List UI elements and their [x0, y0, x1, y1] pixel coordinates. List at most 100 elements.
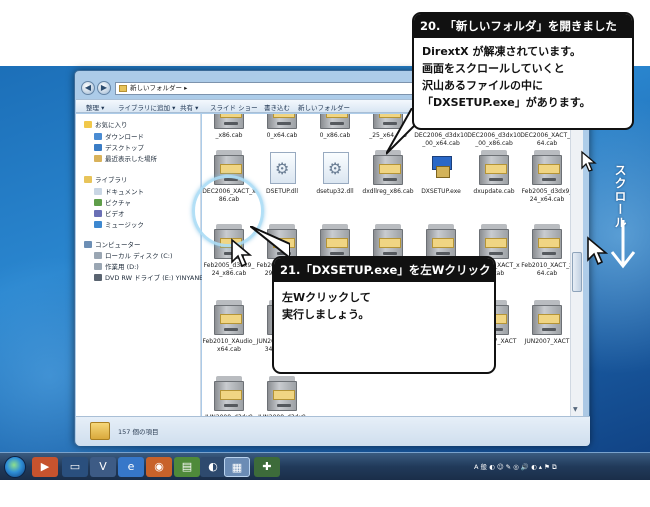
media-app-icon[interactable]: ▶: [32, 457, 58, 477]
file-item-dxsetup[interactable]: DXSETUP.exe: [414, 150, 468, 210]
file-item[interactable]: Feb2010_XACT_x64.cab: [520, 224, 570, 284]
address-text: 新しいフォルダー ▸: [130, 84, 188, 92]
file-name: DEC2006_d3dx10_00_x86.cab: [467, 132, 521, 147]
file-item[interactable]: _x86.cab: [202, 114, 256, 154]
nav-item-documents[interactable]: ドキュメント: [94, 186, 144, 196]
back-button[interactable]: ◀: [81, 81, 95, 95]
file-name: dsetup32.dll: [316, 188, 354, 195]
start-button[interactable]: [4, 456, 26, 478]
cabinet-file-icon: [319, 224, 351, 260]
add-to-library-button[interactable]: ライブラリに追加 ▾: [118, 102, 175, 112]
file-item[interactable]: JUN2007_XACT: [520, 300, 570, 360]
explorer-icon[interactable]: ▦: [224, 457, 250, 477]
nav-favorites[interactable]: お気に入り: [84, 119, 128, 129]
callout-body: 左Wクリックして 実行しましょう。: [282, 291, 371, 321]
internet-explorer-icon[interactable]: e: [118, 457, 144, 477]
new-folder-button[interactable]: 新しいフォルダー: [298, 102, 350, 112]
cabinet-file-icon: [531, 224, 563, 260]
app-icon[interactable]: ✚: [254, 457, 280, 477]
nav-item-recent[interactable]: 最近表示した場所: [94, 153, 157, 163]
file-item[interactable]: DSETUP.dll: [255, 150, 309, 210]
dvd-drive-icon: [94, 274, 102, 281]
nav-item-local-disk[interactable]: ローカル ディスク (C:): [94, 250, 172, 260]
share-button[interactable]: 共有 ▾: [180, 102, 198, 112]
folder-icon: [90, 422, 110, 440]
app-icon[interactable]: ▤: [174, 457, 200, 477]
file-item[interactable]: Feb2005_d3dx9_24_x64.cab: [520, 150, 570, 210]
cabinet-file-icon: [213, 376, 245, 412]
file-name: JUN2007_XACT: [524, 338, 570, 345]
nav-item-music[interactable]: ミュージック: [94, 219, 144, 229]
cabinet-file-icon: [213, 114, 245, 130]
mouse-cursor-icon: [587, 236, 608, 266]
nav-libraries[interactable]: ライブラリ: [84, 174, 128, 184]
drive-icon: [94, 252, 102, 259]
item-count: 157 個の項目: [118, 428, 159, 436]
navigation-pane: お気に入り ダウンロード デスクトップ 最近表示した場所 ライブラリ ドキュメン…: [76, 114, 208, 416]
nav-item-pictures[interactable]: ピクチャ: [94, 197, 131, 207]
mouse-cursor-icon: [231, 238, 252, 268]
organize-button[interactable]: 整理 ▾: [86, 102, 104, 112]
cabinet-file-icon: [319, 114, 351, 130]
cabinet-file-icon: [478, 150, 510, 186]
file-item[interactable]: 0_x86.cab: [308, 114, 362, 154]
media-player-icon[interactable]: ◐: [200, 457, 226, 477]
cabinet-file-icon: [425, 224, 457, 260]
system-tray[interactable]: A 般 ◐ ☺ ✎ ◎ 🔊 ◐ ▴ ⚑ ⧉: [474, 457, 642, 477]
recent-places-icon: [94, 155, 102, 162]
nav-computer[interactable]: コンピューター: [84, 239, 141, 249]
dll-file-icon: [319, 150, 351, 186]
file-name: DEC2006_XACT_x64.cab: [520, 132, 570, 147]
cabinet-file-icon: [478, 224, 510, 260]
app-icon[interactable]: V: [90, 457, 116, 477]
file-item[interactable]: JUN2008_d3dx9: [202, 376, 256, 416]
scroll-thumb[interactable]: [572, 252, 582, 292]
callout-step-21: 21.「DXSETUP.exe」を左Wクリック 左Wクリックして 実行しましょう…: [272, 256, 496, 374]
file-name: dxupdate.cab: [473, 188, 515, 195]
file-item[interactable]: dsetup32.dll: [308, 150, 362, 210]
dll-file-icon: [266, 150, 298, 186]
file-item[interactable]: dxupdate.cab: [467, 150, 521, 210]
library-icon: [84, 176, 92, 183]
desktop-icon: [94, 144, 102, 151]
address-bar[interactable]: 新しいフォルダー ▸: [115, 82, 460, 95]
file-name: DXSETUP.exe: [421, 188, 461, 195]
file-name: Feb2005_d3dx9_24_x64.cab: [521, 188, 570, 203]
download-icon: [94, 133, 102, 140]
cabinet-file-icon: [531, 300, 563, 336]
firefox-icon[interactable]: ◉: [146, 457, 172, 477]
status-bar: 157 個の項目: [76, 416, 590, 446]
nav-item-downloads[interactable]: ダウンロード: [94, 131, 144, 141]
nav-item-videos[interactable]: ビデオ: [94, 208, 125, 218]
star-icon: [84, 121, 92, 128]
scroll-down-icon[interactable]: ▼: [573, 406, 578, 413]
nav-item-desktop[interactable]: デスクトップ: [94, 142, 144, 152]
file-name: 0_x86.cab: [319, 132, 351, 139]
file-item[interactable]: Feb2010_XAudio_x64.cab: [202, 300, 256, 360]
terminal-icon[interactable]: ▭: [62, 457, 88, 477]
pictures-icon: [94, 199, 102, 206]
scroll-down-arrow-icon: [610, 220, 636, 269]
file-item[interactable]: 0_x64.cab: [255, 114, 309, 154]
cabinet-file-icon: [213, 300, 245, 336]
file-item[interactable]: dxdllreg_x86.cab: [361, 150, 415, 210]
cabinet-file-icon: [372, 224, 404, 260]
computer-icon: [84, 241, 92, 248]
nav-item-work-drive[interactable]: 作業用 (D:): [94, 261, 139, 271]
folder-icon: [119, 85, 127, 92]
file-name: DSETUP.dll: [265, 188, 298, 195]
callout-body: DirextX が解凍されています。 画面をスクロールしていくと 沢山あるファイ…: [422, 45, 591, 109]
file-name: _x86.cab: [215, 132, 243, 139]
cabinet-file-icon: [266, 376, 298, 412]
file-item[interactable]: JUN2008_d3dx9: [255, 376, 309, 416]
file-name: 0_x64.cab: [266, 132, 298, 139]
burn-button[interactable]: 書き込む: [264, 102, 290, 112]
music-icon: [94, 221, 102, 228]
nav-item-dvd-drive[interactable]: DVD RW ドライブ (E:) YINYANEX: [94, 272, 208, 282]
file-name: Feb2010_XACT_x64.cab: [521, 262, 570, 277]
forward-button[interactable]: ▶: [97, 81, 111, 95]
file-name: Feb2010_XAudio_x64.cab: [202, 338, 256, 353]
taskbar: ▶ ▭ V e ◉ ▤ ◐ ▦ ✚ A 般 ◐ ☺ ✎ ◎ 🔊 ◐ ▴ ⚑ ⧉: [0, 452, 650, 480]
slideshow-button[interactable]: スライド ショー: [210, 102, 258, 112]
callout-step-20: 20. 「新しいフォルダ」を開きました DirextX が解凍されています。 画…: [412, 12, 634, 130]
